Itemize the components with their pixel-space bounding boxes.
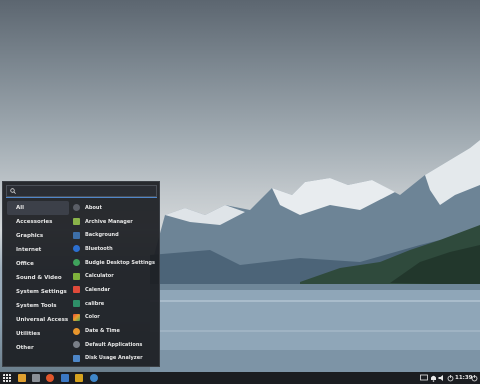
- app-budgie-desktop-settings[interactable]: Budgie Desktop Settings: [73, 256, 157, 270]
- category-list: All Accessories Graphics Internet Office…: [7, 201, 69, 355]
- app-date-time[interactable]: Date & Time: [73, 324, 157, 338]
- bluetooth-icon: [73, 245, 80, 253]
- app-about[interactable]: About: [73, 201, 157, 215]
- app-default-applications[interactable]: Default Applications: [73, 338, 157, 352]
- archive-icon: [73, 218, 80, 226]
- app-label: Background: [85, 232, 119, 239]
- bottom-panel: 11:39: [0, 372, 480, 384]
- search-box[interactable]: [6, 185, 157, 197]
- search-icon: [10, 188, 16, 194]
- app-label: Color: [85, 314, 100, 321]
- app-archive-manager[interactable]: Archive Manager: [73, 215, 157, 229]
- star-icon: [73, 341, 80, 349]
- calendar-icon: [73, 286, 80, 294]
- app-calculator[interactable]: Calculator: [73, 269, 157, 283]
- settings-icon[interactable]: [75, 374, 83, 382]
- app-bluetooth[interactable]: Bluetooth: [73, 242, 157, 256]
- category-all[interactable]: All: [7, 201, 69, 215]
- app-grid-icon[interactable]: [3, 374, 11, 382]
- app-label: About: [85, 204, 102, 211]
- power-icon[interactable]: [447, 374, 454, 382]
- app-label: Archive Manager: [85, 218, 133, 225]
- app-list: About Archive Manager Background Bluetoo…: [73, 201, 157, 365]
- category-utilities[interactable]: Utilities: [7, 327, 69, 341]
- file-manager-icon[interactable]: [18, 374, 26, 382]
- firefox-icon[interactable]: [46, 374, 54, 382]
- panel-clock[interactable]: 11:39: [455, 372, 473, 384]
- search-input[interactable]: [19, 186, 154, 196]
- app-label: Calendar: [85, 286, 111, 293]
- category-office[interactable]: Office: [7, 257, 69, 271]
- app-calibre[interactable]: calibre: [73, 297, 157, 311]
- application-menu: All Accessories Graphics Internet Office…: [2, 181, 160, 367]
- app-label: calibre: [85, 300, 105, 307]
- app-color[interactable]: Color: [73, 311, 157, 325]
- app-label: Budgie Desktop Settings: [85, 259, 155, 266]
- text-editor-icon[interactable]: [32, 374, 40, 382]
- app-disk-usage-analyzer[interactable]: Disk Usage Analyzer: [73, 352, 157, 366]
- app-label: Disk Usage Analyzer: [85, 355, 143, 362]
- category-system-settings[interactable]: System Settings: [7, 285, 69, 299]
- app-calendar[interactable]: Calendar: [73, 283, 157, 297]
- bell-icon[interactable]: [430, 374, 437, 382]
- category-other[interactable]: Other: [7, 341, 69, 355]
- calibre-icon: [73, 300, 80, 308]
- category-graphics[interactable]: Graphics: [7, 229, 69, 243]
- app-label: Calculator: [85, 273, 114, 280]
- category-sound-video[interactable]: Sound & Video: [7, 271, 69, 285]
- app-label: Bluetooth: [85, 245, 113, 252]
- category-internet[interactable]: Internet: [7, 243, 69, 257]
- clock-icon: [73, 327, 80, 335]
- power-menu-icon[interactable]: [471, 374, 478, 382]
- category-system-tools[interactable]: System Tools: [7, 299, 69, 313]
- info-icon: [73, 204, 80, 212]
- app-background[interactable]: Background: [73, 228, 157, 242]
- disk-usage-icon: [73, 354, 80, 362]
- software-center-icon[interactable]: [61, 374, 69, 382]
- calculator-icon: [73, 272, 80, 280]
- update-icon[interactable]: [90, 374, 98, 382]
- background-icon: [73, 231, 80, 239]
- volume-icon[interactable]: [438, 374, 446, 382]
- category-accessories[interactable]: Accessories: [7, 215, 69, 229]
- category-universal-access[interactable]: Universal Access: [7, 313, 69, 327]
- color-icon: [73, 313, 80, 321]
- app-label: Default Applications: [85, 341, 143, 348]
- app-label: Date & Time: [85, 328, 120, 335]
- search-focus-underline: [6, 197, 157, 198]
- budgie-icon: [73, 259, 80, 267]
- notifications-icon[interactable]: [420, 374, 428, 382]
